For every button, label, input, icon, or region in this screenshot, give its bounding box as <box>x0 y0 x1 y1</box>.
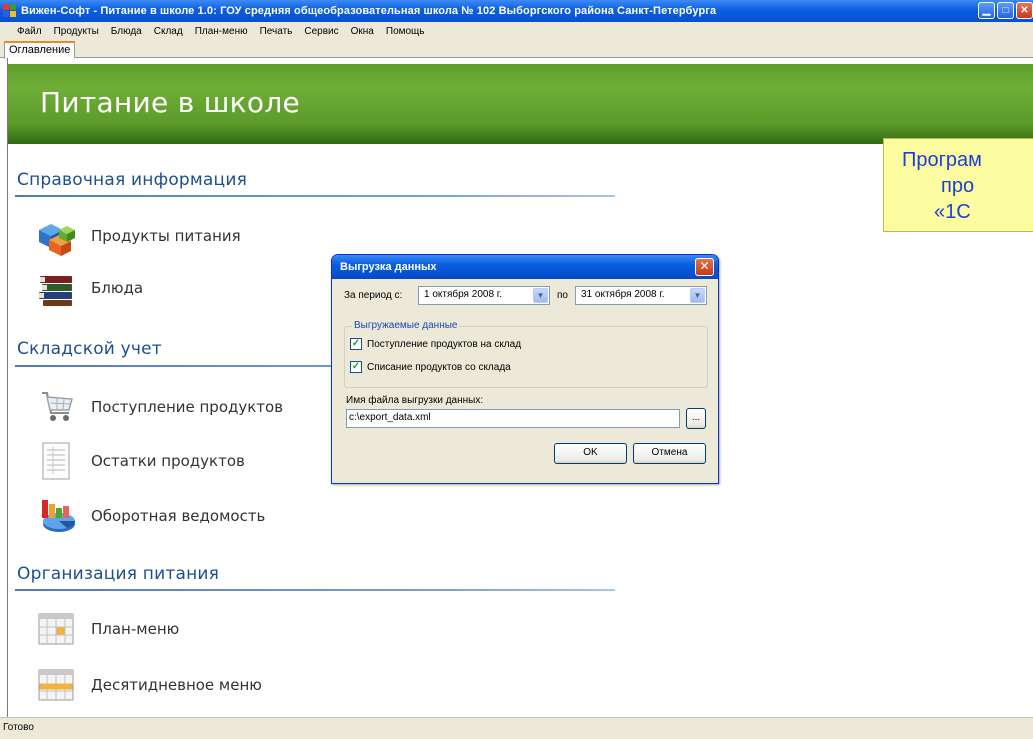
export-data-group: Выгружаемые данные ✓ Поступление продукт… <box>344 320 708 388</box>
menu-windows[interactable]: Окна <box>351 26 374 37</box>
nav-item-stock[interactable]: Остатки продуктов <box>37 439 245 483</box>
callout-line: про <box>941 175 975 197</box>
file-name-input[interactable]: c:\export_data.xml <box>346 409 680 428</box>
callout-line: «1С <box>934 201 971 223</box>
tab-strip: Оглавление <box>0 40 1033 59</box>
nav-item-label: Десятидневное меню <box>91 676 262 694</box>
period-label: За период с: <box>344 290 403 301</box>
dialog-title: Выгрузка данных <box>340 261 437 273</box>
callout-note: Програм про «1С <box>883 138 1033 232</box>
date-from-select[interactable]: 1 октября 2008 г. ▼ <box>418 286 550 305</box>
cancel-button[interactable]: Отмена <box>633 443 706 464</box>
banner-title: Питание в школе <box>40 86 301 119</box>
checkbox-label: Списание продуктов со склада <box>367 361 511 373</box>
section-divider <box>15 589 615 591</box>
checkmark-icon[interactable]: ✓ <box>350 361 362 373</box>
window-title: Вижен-Софт - Питание в школе 1.0: ГОУ ср… <box>21 5 717 17</box>
status-bar: Готово <box>0 717 1033 739</box>
checkbox-writeoffs[interactable]: ✓ Списание продуктов со склада <box>350 361 511 373</box>
header-banner: Питание в школе <box>8 64 1033 144</box>
dialog-body: За период с: 1 октября 2008 г. ▼ по 31 о… <box>335 279 715 482</box>
checkbox-label: Поступление продуктов на склад <box>367 338 522 350</box>
nav-item-dishes[interactable]: Блюда <box>37 266 143 310</box>
date-to-select[interactable]: 31 октября 2008 г. ▼ <box>575 286 707 305</box>
dialog-titlebar: Выгрузка данных <box>332 255 718 279</box>
books-icon <box>37 268 77 308</box>
status-text: Готово <box>3 722 34 733</box>
nav-item-label: Оборотная ведомость <box>91 507 266 525</box>
nav-item-receipts[interactable]: Поступление продуктов <box>37 385 283 429</box>
close-window-button[interactable]: ✕ <box>1016 2 1033 19</box>
app-icon <box>3 4 17 18</box>
checkbox-receipts[interactable]: ✓ Поступление продуктов на склад <box>350 338 521 350</box>
section-heading-reference: Справочная информация <box>17 170 247 190</box>
to-label: по <box>557 290 568 301</box>
menu-plan-menu[interactable]: План-меню <box>195 26 248 37</box>
ok-button[interactable]: OK <box>554 443 627 464</box>
minimize-button[interactable]: ▁ <box>978 2 995 19</box>
export-dialog: Выгрузка данных ✕ За период с: 1 октября… <box>331 254 719 484</box>
product-cubes-icon <box>37 216 77 256</box>
nav-item-turnover[interactable]: Оборотная ведомость <box>37 494 265 538</box>
menu-file[interactable]: Файл <box>17 26 42 37</box>
menu-help[interactable]: Помощь <box>386 26 425 37</box>
menu-warehouse[interactable]: Склад <box>154 26 183 37</box>
file-name-value: c:\export_data.xml <box>349 412 431 423</box>
chevron-down-icon[interactable]: ▼ <box>690 288 705 303</box>
group-legend: Выгружаемые данные <box>352 320 460 331</box>
minimize-icon: ▁ <box>982 4 991 16</box>
file-name-label: Имя файла выгрузки данных: <box>346 395 484 406</box>
nav-item-label: Блюда <box>91 279 144 297</box>
menu-products[interactable]: Продукты <box>54 26 99 37</box>
calendar-table-icon <box>37 665 77 705</box>
checkmark-icon[interactable]: ✓ <box>350 338 362 350</box>
nav-item-products[interactable]: Продукты питания <box>37 214 241 258</box>
menu-dishes[interactable]: Блюда <box>111 26 142 37</box>
date-to-value: 31 октября 2008 г. <box>581 289 665 300</box>
maximize-button[interactable]: □ <box>997 2 1014 19</box>
window-controls: ▁ □ ✕ <box>978 2 1033 19</box>
nav-item-label: Остатки продуктов <box>91 452 245 470</box>
nav-item-ten-day-menu[interactable]: Десятидневное меню <box>37 663 262 707</box>
section-heading-warehouse: Складской учет <box>17 339 162 359</box>
callout-line: Програм <box>902 149 982 171</box>
bar-pie-chart-icon <box>37 496 77 536</box>
menu-service[interactable]: Сервис <box>304 26 338 37</box>
document-list-icon <box>37 441 77 481</box>
nav-item-label: План-меню <box>91 620 180 638</box>
tab-contents[interactable]: Оглавление <box>4 41 76 59</box>
nav-item-label: Поступление продуктов <box>91 398 284 416</box>
chevron-down-icon[interactable]: ▼ <box>533 288 548 303</box>
browse-button[interactable]: ... <box>686 408 706 429</box>
calendar-grid-icon <box>37 609 77 649</box>
close-icon: ✕ <box>699 259 710 273</box>
menu-print[interactable]: Печать <box>260 26 293 37</box>
close-icon: ✕ <box>1020 4 1029 16</box>
shopping-cart-icon <box>37 387 77 427</box>
menu-bar: Файл Продукты Блюда Склад План-меню Печа… <box>0 22 1033 40</box>
section-divider <box>15 195 615 197</box>
date-from-value: 1 октября 2008 г. <box>424 289 502 300</box>
nav-item-label: Продукты питания <box>91 227 241 245</box>
section-heading-nutrition: Организация питания <box>17 564 220 584</box>
nav-item-plan-menu[interactable]: План-меню <box>37 607 179 651</box>
window-titlebar: Вижен-Софт - Питание в школе 1.0: ГОУ ср… <box>0 0 1033 22</box>
dialog-close-button[interactable]: ✕ <box>695 258 714 276</box>
maximize-icon: □ <box>1002 4 1009 16</box>
